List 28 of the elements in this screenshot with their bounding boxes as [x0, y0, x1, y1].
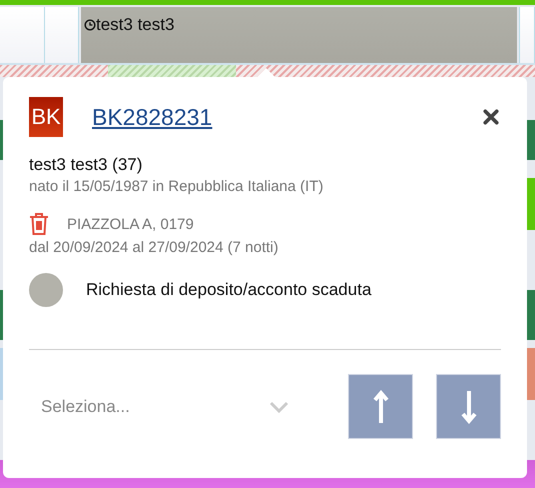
chevron-down-icon: [269, 400, 289, 412]
booking-bar[interactable]: [527, 290, 535, 340]
status-select[interactable]: Seleziona...: [29, 386, 289, 426]
close-icon[interactable]: [483, 109, 499, 125]
birth-info: nato il 15/05/1987 in Repubblica Italiana (IT): [29, 178, 324, 195]
clock-icon: [84, 19, 96, 31]
booking-bar[interactable]: [527, 348, 535, 400]
booking-title: test3 test3: [96, 15, 174, 35]
trash-icon[interactable]: [29, 212, 49, 236]
arrow-up-icon: [372, 390, 388, 424]
pitch-label: PIAZZOLA A, 0179: [67, 216, 194, 232]
move-down-button[interactable]: [436, 374, 501, 439]
status-label: Richiesta di deposito/acconto scaduta: [86, 280, 372, 300]
booking-bar[interactable]: [0, 120, 3, 160]
stay-dates: dal 20/09/2024 al 27/09/2024 (7 notti): [29, 239, 280, 256]
arrow-down-icon: [460, 390, 476, 424]
calendar-cell: [0, 7, 45, 63]
booking-bar[interactable]: [0, 348, 3, 400]
booking-bar[interactable]: [527, 120, 535, 160]
logo-badge: BK: [29, 97, 63, 137]
calendar-cell: [45, 7, 79, 63]
guest-name: test3 test3 (37): [29, 155, 144, 175]
booking-bar[interactable]: [527, 178, 535, 230]
booking-bar[interactable]: test3 test3: [81, 7, 517, 63]
calendar-cell: [519, 7, 535, 63]
move-up-button[interactable]: [348, 374, 413, 439]
booking-link[interactable]: BK2828231: [92, 104, 483, 130]
booking-bar[interactable]: [0, 290, 3, 340]
